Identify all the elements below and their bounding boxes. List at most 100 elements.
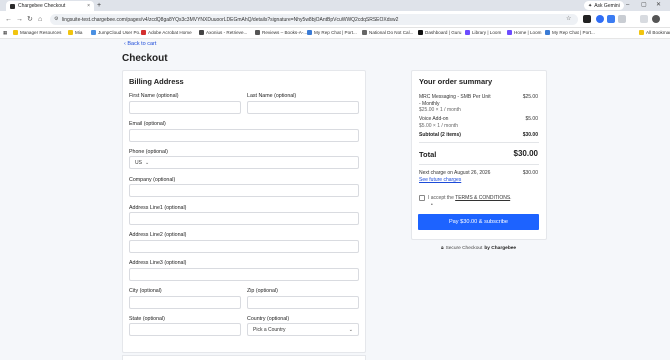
pay-subscribe-button[interactable]: Pay $30.00 & subscribe <box>418 214 539 230</box>
address-bar-row: ← → ↻ ⌂ ⚙ lingsuite-test.chargebee.com/p… <box>0 11 670 28</box>
minimize-window-icon[interactable]: – <box>626 0 629 11</box>
bookmark-label: Reviews – Books-A-... <box>262 30 308 35</box>
accept-prefix: I accept the <box>428 195 456 201</box>
browser-tab-bar: Chargebee Checkout × + ✦ Ask Gemini – ▢ … <box>0 0 670 11</box>
bookmark-item[interactable]: Axonius - Retrieve... <box>199 30 247 35</box>
bookmark-item[interactable]: Mia <box>68 30 82 35</box>
cloud-icon <box>91 30 96 35</box>
next-charge-label: Next charge on August 26, 2026 <box>419 170 491 176</box>
phone-field[interactable]: US ⌄ <box>129 156 359 169</box>
bookmark-item[interactable]: Manager Resources <box>13 30 61 35</box>
gemini-sparkle-icon: ✦ <box>588 2 593 9</box>
bookmarks-bar: ▦ Manager Resources Mia JumpCloud User Po.… <box>0 28 670 39</box>
bookmark-item[interactable]: JumpCloud User Po... <box>91 30 143 35</box>
home-icon[interactable]: ⌂ <box>38 15 42 24</box>
total-label: Total <box>419 150 437 159</box>
folder-icon <box>639 30 644 35</box>
ask-gemini-button[interactable]: ✦ Ask Gemini <box>584 1 624 10</box>
reload-icon[interactable]: ↻ <box>27 15 33 24</box>
last-name-label: Last Name (optional) <box>247 93 297 99</box>
bookmark-label: Home | Loom <box>514 30 542 35</box>
extension-icon[interactable] <box>583 15 591 23</box>
bookmark-item[interactable]: National Do Not Cal... <box>362 30 413 35</box>
country-select[interactable]: Pick a Country ⌄ <box>247 323 359 336</box>
url-text: lingsuite-test.chargebee.com/pages/v4/zc… <box>62 16 399 23</box>
bullet-dot: • <box>431 202 433 208</box>
accept-suffix: . <box>510 195 512 201</box>
profile-avatar-icon[interactable] <box>652 15 660 23</box>
site-info-icon[interactable]: ⚙ <box>54 16 58 22</box>
future-charges-link[interactable]: See future charges <box>419 177 461 183</box>
line-item-name: Voice Add-on <box>419 116 449 122</box>
extension-icon[interactable] <box>596 15 604 23</box>
company-field[interactable] <box>129 184 359 197</box>
address-line1-field[interactable] <box>129 212 359 225</box>
bookmark-item[interactable]: My Rep Chat | Port... <box>545 30 595 35</box>
next-charge-amount: $30.00 <box>522 170 538 176</box>
maximize-window-icon[interactable]: ▢ <box>641 0 647 11</box>
address-line1-label: Address Line1 (optional) <box>129 205 187 211</box>
page-icon <box>255 30 260 35</box>
secure-by-label: by Chargebee <box>484 245 517 251</box>
axonius-icon <box>199 30 204 35</box>
address-line2-field[interactable] <box>129 240 359 253</box>
bookmark-item[interactable]: All Bookmarks <box>639 30 670 35</box>
address-line3-field[interactable] <box>129 268 359 281</box>
url-field[interactable]: ⚙ lingsuite-test.chargebee.com/pages/v4/… <box>50 14 578 25</box>
billing-address-card: Billing Address First Name (optional) La… <box>122 70 366 353</box>
forward-arrow-icon[interactable]: → <box>16 15 23 24</box>
chevron-down-icon: ⌄ <box>144 160 150 166</box>
bookmark-label: Library | Loom <box>472 30 502 35</box>
page-title: Checkout <box>122 53 168 64</box>
bookmark-star-icon[interactable]: ☆ <box>566 15 571 22</box>
zip-field[interactable] <box>247 296 359 309</box>
accept-terms-checkbox[interactable] <box>419 195 425 201</box>
extension-icon[interactable] <box>607 15 615 23</box>
country-select-value: Pick a Country <box>253 326 286 333</box>
bookmark-label: My Rep Chat | Port... <box>314 30 357 35</box>
bookmark-item[interactable]: Library | Loom <box>465 30 501 35</box>
city-label: City (optional) <box>129 288 162 294</box>
state-field[interactable] <box>129 323 241 336</box>
download-icon[interactable] <box>640 15 648 23</box>
email-field[interactable] <box>129 129 359 142</box>
secure-checkout-footer: 🔒︎ Secure Checkout by Chargebee <box>441 245 517 252</box>
order-summary-title: Your order summary <box>419 77 493 86</box>
bookmark-item[interactable]: Reviews – Books-A-... <box>255 30 307 35</box>
phone-icon <box>362 30 367 35</box>
accept-terms-text: I accept the TERMS & CONDITIONS. <box>428 195 512 201</box>
bookmark-label: Dashboard | Guru <box>425 30 462 35</box>
first-name-field[interactable] <box>129 101 241 114</box>
bookmark-item[interactable]: Adobe Acrobat Home <box>141 30 192 35</box>
bookmark-item[interactable]: Home | Loom <box>507 30 542 35</box>
email-label: Email (optional) <box>129 121 166 127</box>
divider <box>419 164 539 165</box>
bookmark-label: Manager Resources <box>20 30 62 35</box>
next-section-card <box>122 355 366 360</box>
phone-country-select[interactable]: US ⌄ <box>131 158 153 168</box>
puzzle-extensions-icon[interactable] <box>618 15 626 23</box>
bookmark-item[interactable]: My Rep Chat | Port... <box>307 30 357 35</box>
apps-grid-icon[interactable]: ▦ <box>3 30 7 36</box>
close-window-icon[interactable]: ✕ <box>656 0 661 11</box>
bookmark-item[interactable]: Dashboard | Guru <box>418 30 461 35</box>
bookmark-label: National Do Not Cal... <box>369 30 414 35</box>
phone-label: Phone (optional) <box>129 149 168 155</box>
country-label: Country (optional) <box>247 316 290 322</box>
line-item-amount: $25.00 <box>522 94 538 100</box>
new-tab-button[interactable]: + <box>97 1 101 10</box>
state-label: State (optional) <box>129 316 165 322</box>
city-field[interactable] <box>129 296 241 309</box>
bookmark-label: JumpCloud User Po... <box>98 30 143 35</box>
line-item-detail: $5.00 × 1 / month <box>419 123 459 129</box>
loom-icon <box>465 30 470 35</box>
close-tab-icon[interactable]: × <box>87 3 90 9</box>
browser-tab[interactable]: Chargebee Checkout × <box>6 1 94 11</box>
back-to-cart-link[interactable]: ‹ Back to cart <box>124 41 156 47</box>
last-name-field[interactable] <box>247 101 359 114</box>
address-line2-label: Address Line2 (optional) <box>129 232 187 238</box>
terms-conditions-link[interactable]: TERMS & CONDITIONS <box>455 195 510 201</box>
ask-gemini-label: Ask Gemini <box>594 2 620 9</box>
back-arrow-icon[interactable]: ← <box>5 15 12 24</box>
secure-checkout-label: Secure Checkout <box>445 245 483 251</box>
